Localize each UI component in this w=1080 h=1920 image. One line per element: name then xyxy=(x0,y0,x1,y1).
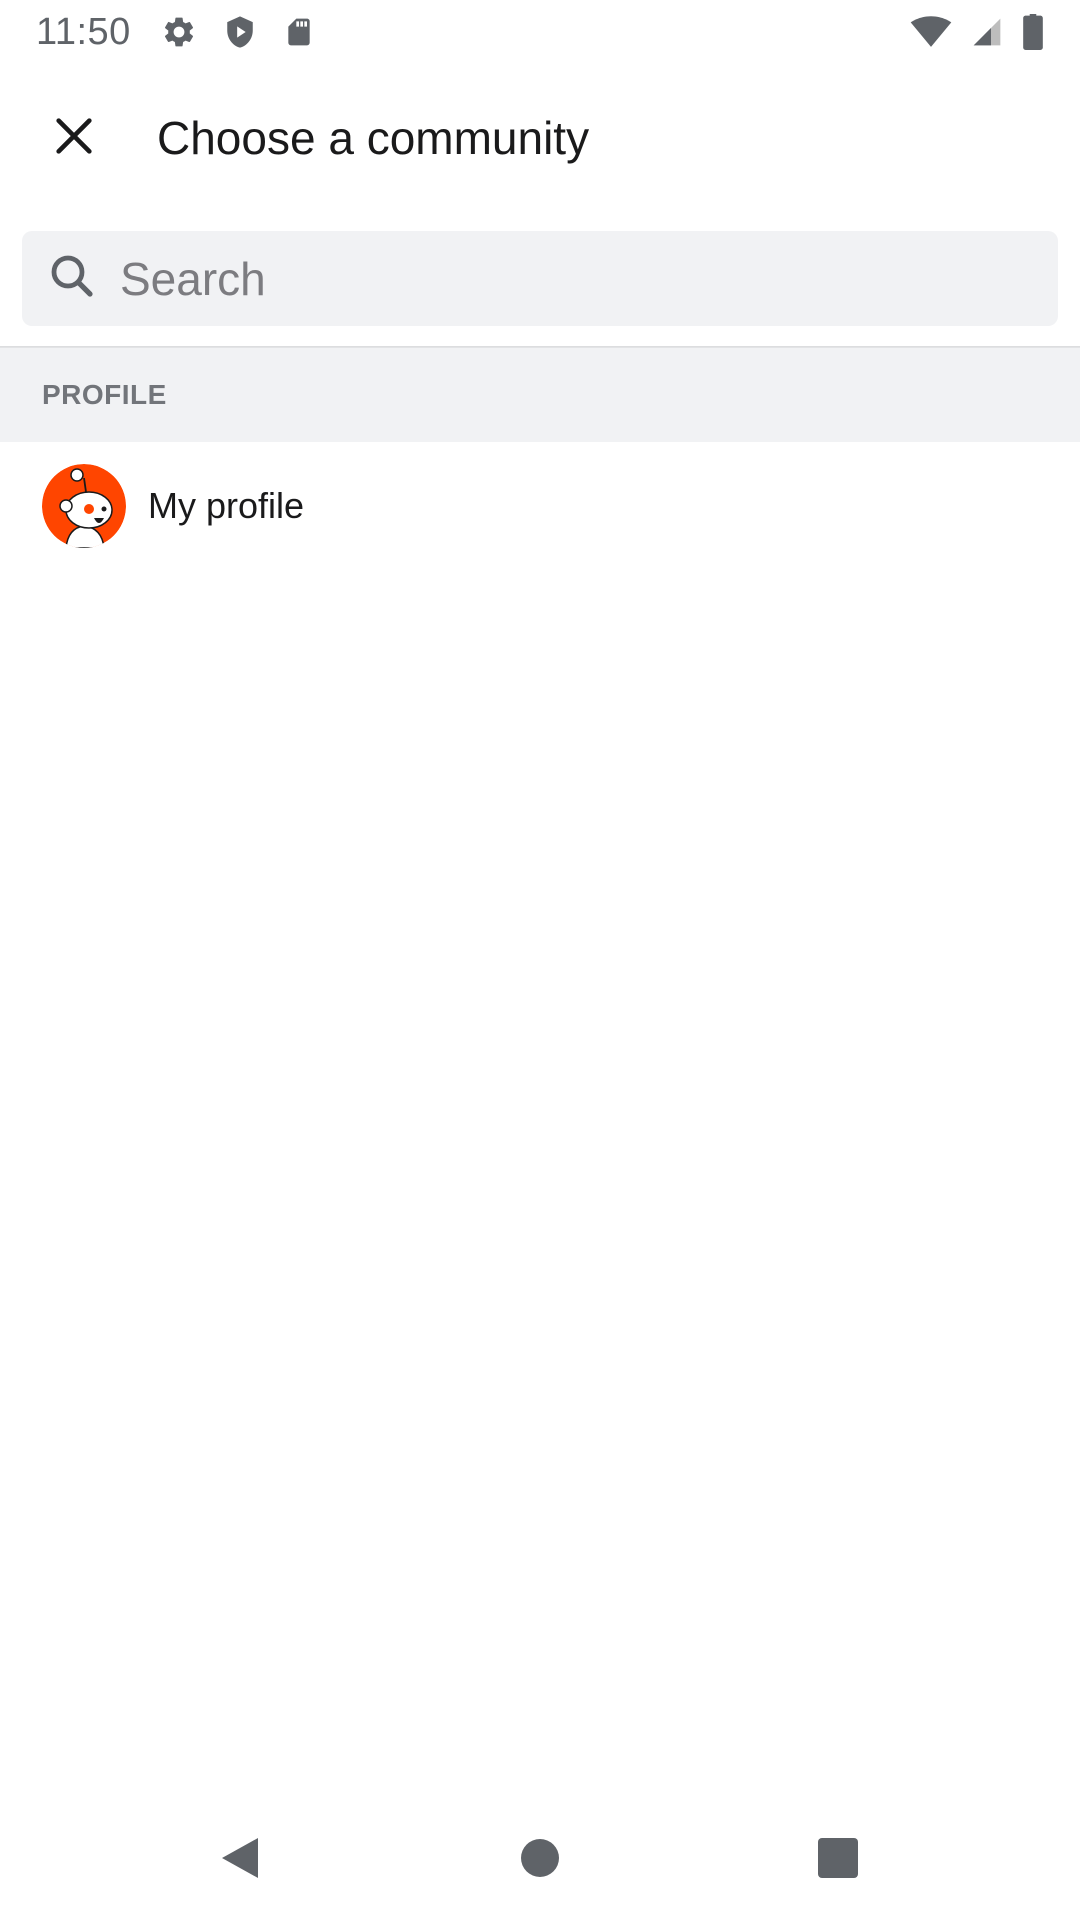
page-title: Choose a community xyxy=(157,112,590,164)
screen: 11:50 Choose a community Search PROFILE … xyxy=(0,0,1080,1920)
status-bar: 11:50 xyxy=(0,0,1080,64)
search-input[interactable] xyxy=(120,243,1020,314)
recents-icon xyxy=(818,1837,858,1883)
home-icon xyxy=(520,1838,560,1883)
list-item-my-profile[interactable]: My profile xyxy=(0,442,1080,570)
back-button[interactable] xyxy=(210,1830,270,1890)
sd-card-icon xyxy=(283,14,315,50)
navigation-bar xyxy=(0,1800,1080,1920)
close-icon xyxy=(51,113,97,164)
status-time: 11:50 xyxy=(36,10,131,53)
wifi-icon xyxy=(910,16,952,48)
section-header-profile: PROFILE xyxy=(0,348,1080,442)
signal-icon xyxy=(970,16,1004,48)
section-label: PROFILE xyxy=(42,379,167,410)
status-left-icons xyxy=(161,14,315,50)
home-button[interactable] xyxy=(510,1830,570,1890)
search-box[interactable] xyxy=(22,231,1058,326)
settings-icon xyxy=(161,14,197,50)
reddit-snoo-avatar xyxy=(42,464,126,548)
list-item-label: My profile xyxy=(148,485,305,526)
shield-play-icon xyxy=(223,14,257,50)
app-bar: Choose a community xyxy=(0,80,1080,196)
search-icon xyxy=(48,252,96,305)
status-right-icons xyxy=(910,14,1044,50)
close-button[interactable] xyxy=(24,88,124,188)
back-icon xyxy=(218,1834,262,1887)
recents-button[interactable] xyxy=(808,1830,868,1890)
battery-icon xyxy=(1022,14,1044,50)
